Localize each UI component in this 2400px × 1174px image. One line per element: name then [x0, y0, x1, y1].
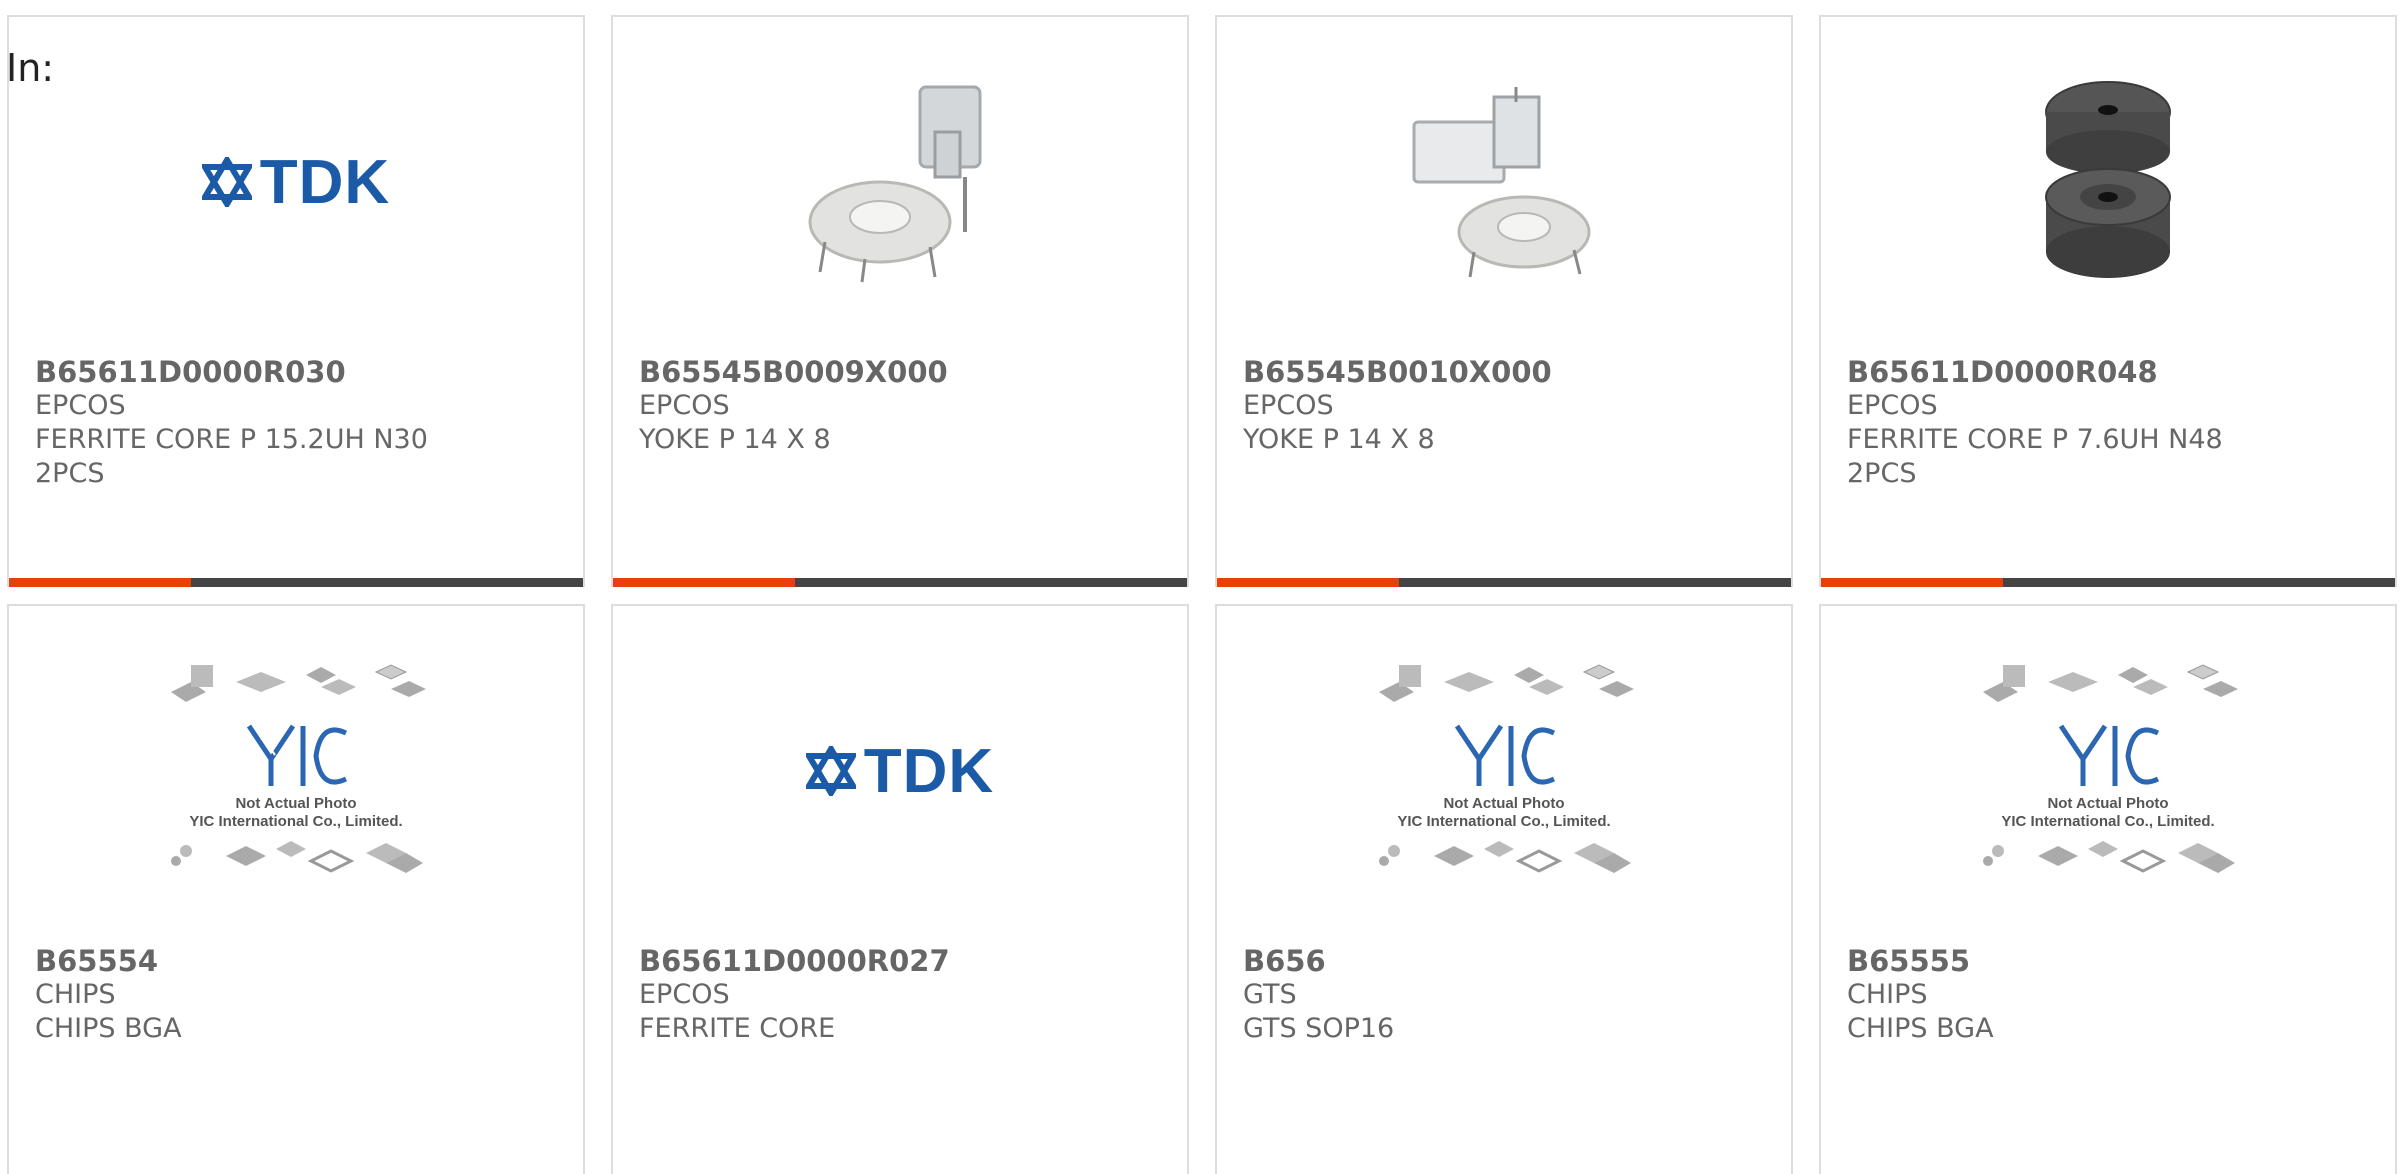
description: FERRITE CORE P 15.2UH N30 [35, 424, 428, 455]
product-image[interactable] [613, 17, 1187, 347]
product-image[interactable]: Not Actual Photo YIC International Co., … [9, 606, 583, 936]
part-number[interactable]: B65611D0000R027 [639, 944, 1167, 978]
tdk-logo: TDK [201, 147, 391, 218]
tdk-mark-icon [201, 157, 252, 207]
product-image[interactable]: Not Actual Photo YIC International Co., … [1217, 606, 1791, 936]
part-number[interactable]: B65545B0009X000 [639, 355, 1167, 389]
not-actual-photo-text: Not Actual Photo [1443, 795, 1565, 812]
in-label: In: [6, 46, 55, 90]
manufacturer: CHIPS [35, 979, 116, 1010]
tdk-logo: TDK [805, 736, 995, 807]
yoke-photo-icon [808, 85, 982, 283]
description: GTS SOP16 [1243, 1013, 1395, 1044]
chips-row-icon [171, 841, 423, 873]
product-card[interactable]: B65545B0010X000 EPCOS YOKE P 14 X 8 [1215, 15, 1793, 587]
manufacturer: EPCOS [1847, 390, 1938, 421]
product-image[interactable]: TDK [613, 606, 1187, 936]
yic-placeholder: Not Actual Photo YIC International Co., … [1973, 657, 2243, 885]
product-image[interactable]: TDK [9, 17, 583, 347]
part-number[interactable]: B65554 [35, 944, 563, 978]
yic-logo-icon [2058, 724, 2160, 786]
part-number[interactable]: B65611D0000R030 [35, 355, 563, 389]
description: YOKE P 14 X 8 [1243, 424, 1435, 455]
description: FERRITE CORE [639, 1013, 836, 1044]
tdk-logo-text: TDK [259, 147, 391, 217]
yic-placeholder: Not Actual Photo YIC International Co., … [161, 657, 431, 885]
yic-company-text: YIC International Co., Limited. [189, 813, 403, 830]
product-card[interactable]: Not Actual Photo YIC International Co., … [1819, 604, 2397, 1174]
manufacturer: CHIPS [1847, 979, 1928, 1010]
yic-placeholder: Not Actual Photo YIC International Co., … [1369, 657, 1639, 885]
yic-company-text: YIC International Co., Limited. [2001, 813, 2215, 830]
yic-logo-icon [1454, 724, 1556, 786]
part-number[interactable]: B65545B0010X000 [1243, 355, 1771, 389]
manufacturer: EPCOS [1243, 390, 1334, 421]
yic-company-text: YIC International Co., Limited. [1397, 813, 1611, 830]
product-card[interactable]: B65611D0000R048 EPCOS FERRITE CORE P 7.6… [1819, 15, 2397, 587]
chips-row-icon [171, 664, 426, 702]
product-card[interactable]: Not Actual Photo YIC International Co., … [1215, 604, 1793, 1174]
product-card[interactable]: TDK B65611D0000R030 EPCOS FERRITE CORE P… [7, 15, 585, 587]
product-card[interactable]: TDK B65611D0000R027 EPCOS FERRITE CORE [611, 604, 1189, 1174]
chips-row-icon [1379, 841, 1631, 873]
chips-row-icon [1983, 841, 2235, 873]
product-image[interactable]: Not Actual Photo YIC International Co., … [1821, 606, 2395, 936]
manufacturer: EPCOS [639, 390, 730, 421]
not-actual-photo-text: Not Actual Photo [2047, 795, 2169, 812]
manufacturer: EPCOS [35, 390, 126, 421]
extra-info: 2PCS [35, 458, 105, 489]
card-bottom-bar [1821, 578, 2395, 587]
yoke-photo-icon [1412, 87, 1591, 278]
description: FERRITE CORE P 7.6UH N48 [1847, 424, 2223, 455]
product-card[interactable]: Not Actual Photo YIC International Co., … [7, 604, 585, 1174]
product-image[interactable] [1821, 17, 2395, 347]
part-number[interactable]: B65555 [1847, 944, 2375, 978]
tdk-mark-icon [805, 746, 856, 796]
description: YOKE P 14 X 8 [639, 424, 831, 455]
card-bottom-bar [9, 578, 583, 587]
yic-logo-icon [246, 724, 348, 786]
chips-row-icon [1983, 664, 2238, 702]
description: CHIPS BGA [1847, 1013, 1994, 1044]
chips-row-icon [1379, 664, 1634, 702]
product-image[interactable] [1217, 17, 1791, 347]
card-bottom-bar [1217, 578, 1791, 587]
product-card[interactable]: B65545B0009X000 EPCOS YOKE P 14 X 8 [611, 15, 1189, 587]
description: CHIPS BGA [35, 1013, 182, 1044]
part-number[interactable]: B656 [1243, 944, 1771, 978]
card-bottom-bar [613, 578, 1187, 587]
extra-info: 2PCS [1847, 458, 1917, 489]
manufacturer: GTS [1243, 979, 1297, 1010]
part-number[interactable]: B65611D0000R048 [1847, 355, 2375, 389]
manufacturer: EPCOS [639, 979, 730, 1010]
not-actual-photo-text: Not Actual Photo [235, 795, 357, 812]
tdk-logo-text: TDK [863, 736, 995, 806]
ferrite-core-photo-icon [2045, 81, 2171, 278]
